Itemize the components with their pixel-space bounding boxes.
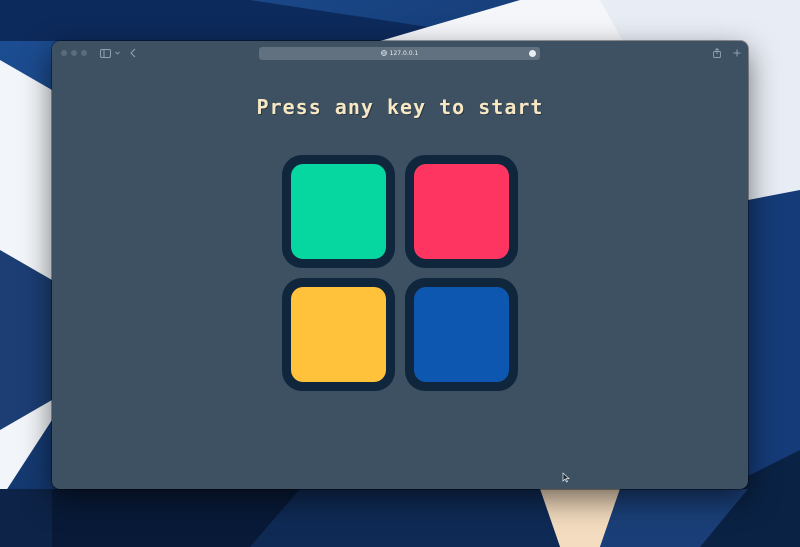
- chevron-down-icon[interactable]: [114, 46, 120, 60]
- pad-blue-face[interactable]: [414, 287, 509, 382]
- pad-red[interactable]: [405, 155, 518, 268]
- pad-green[interactable]: [282, 155, 395, 268]
- reload-icon[interactable]: [529, 50, 536, 57]
- mouse-cursor-icon: [562, 470, 570, 488]
- start-prompt: Press any key to start: [256, 95, 544, 119]
- close-window-button[interactable]: [61, 50, 67, 56]
- sidebar-toggle-icon[interactable]: [99, 46, 111, 60]
- share-icon[interactable]: [712, 46, 722, 60]
- pad-yellow-face[interactable]: [291, 287, 386, 382]
- pad-red-face[interactable]: [414, 164, 509, 259]
- back-icon[interactable]: [129, 46, 137, 60]
- maximize-window-button[interactable]: [81, 50, 87, 56]
- address-bar[interactable]: 127.0.0.1: [259, 47, 540, 60]
- desktop: 127.0.0.1 Press any key to start: [0, 0, 800, 547]
- pad-yellow[interactable]: [282, 278, 395, 391]
- new-tab-icon[interactable]: [732, 46, 742, 60]
- address-url-text: 127.0.0.1: [389, 50, 419, 57]
- pad-green-face[interactable]: [291, 164, 386, 259]
- minimize-window-button[interactable]: [71, 50, 77, 56]
- game-page: Press any key to start: [52, 65, 748, 489]
- pad-blue[interactable]: [405, 278, 518, 391]
- globe-icon: [380, 49, 387, 58]
- address-url: 127.0.0.1: [259, 47, 540, 60]
- browser-toolbar: 127.0.0.1: [52, 41, 748, 65]
- browser-window: 127.0.0.1 Press any key to start: [52, 41, 748, 489]
